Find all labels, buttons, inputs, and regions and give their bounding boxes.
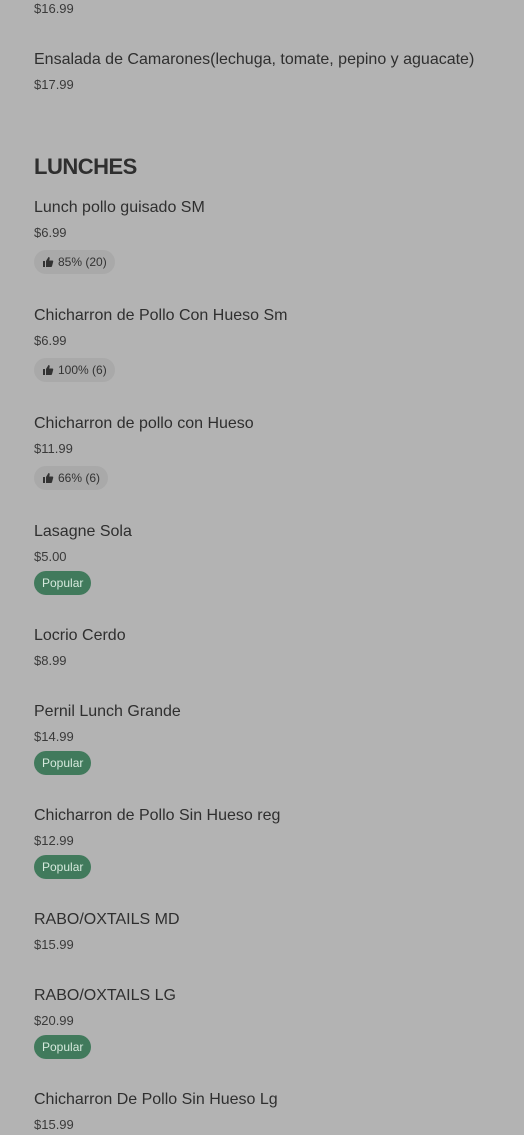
item-name: Locrio Cerdo bbox=[34, 627, 126, 644]
item-price: $14.99 bbox=[34, 729, 74, 744]
menu-item-lasagne-sola[interactable]: Lasagne Sola $5.00 Popular bbox=[34, 522, 494, 598]
popular-badge: Popular bbox=[34, 571, 92, 595]
item-price: $20.99 bbox=[34, 1013, 74, 1028]
thumbs-up-icon bbox=[43, 257, 54, 267]
popular-badge: Popular bbox=[34, 1035, 92, 1059]
item-price: $6.99 bbox=[34, 225, 67, 240]
item-name: RABO/OXTAILS LG bbox=[34, 987, 176, 1004]
thumbs-up-icon bbox=[43, 473, 54, 483]
menu-item-chicharron-pollo-con-hueso[interactable]: Chicharron de pollo con Hueso $11.99 66%… bbox=[34, 414, 494, 494]
item-name: Chicharron De Pollo Sin Hueso Lg bbox=[34, 1091, 278, 1108]
item-price: $16.99 bbox=[34, 1, 74, 16]
menu-item-lunch-pollo-guisado[interactable]: Lunch pollo guisado SM $6.99 85% (20) bbox=[34, 198, 494, 278]
item-name: Chicharron de Pollo Sin Hueso reg bbox=[34, 807, 281, 824]
rating-text: 100% (6) bbox=[58, 363, 107, 377]
section-title-lunches: LUNCHES bbox=[34, 154, 137, 179]
menu-item-locrio-cerdo[interactable]: Locrio Cerdo $8.99 bbox=[34, 626, 494, 672]
item-price: $12.99 bbox=[34, 833, 74, 848]
item-price: $11.99 bbox=[34, 441, 73, 456]
menu-item-chicharron-pollo-con-hueso-sm[interactable]: Chicharron de Pollo Con Hueso Sm $6.99 1… bbox=[34, 306, 494, 386]
item-price: $6.99 bbox=[34, 333, 67, 348]
menu-item-rabo-oxtails-md[interactable]: RABO/OXTAILS MD $15.99 bbox=[34, 910, 494, 956]
rating-text: 85% (20) bbox=[58, 255, 107, 269]
item-name: Pernil Lunch Grande bbox=[34, 703, 181, 720]
item-name: Chicharron de Pollo Con Hueso Sm bbox=[34, 307, 288, 324]
menu-item-pernil-lunch-grande[interactable]: Pernil Lunch Grande $14.99 Popular bbox=[34, 702, 494, 778]
rating-badge: 85% (20) bbox=[34, 250, 115, 274]
rating-badge: 66% (6) bbox=[34, 466, 109, 490]
item-name: RABO/OXTAILS MD bbox=[34, 911, 180, 928]
item-price: $8.99 bbox=[34, 653, 67, 668]
item-name: Chicharron de pollo con Hueso bbox=[34, 415, 254, 432]
popular-badge: Popular bbox=[34, 751, 92, 775]
menu-item-chicharron-pollo-sin-hueso-reg[interactable]: Chicharron de Pollo Sin Hueso reg $12.99… bbox=[34, 806, 494, 882]
item-price: $17.99 bbox=[34, 77, 74, 92]
menu-item-chicharron-pollo-sin-hueso-lg[interactable]: Chicharron De Pollo Sin Hueso Lg $15.99 bbox=[34, 1090, 494, 1135]
rating-badge: 100% (6) bbox=[34, 358, 115, 382]
menu-item-ensalada-camarones[interactable]: Ensalada de Camarones(lechuga, tomate, p… bbox=[34, 50, 514, 96]
item-name: Lunch pollo guisado SM bbox=[34, 199, 205, 216]
rating-text: 66% (6) bbox=[58, 471, 101, 485]
thumbs-up-icon bbox=[43, 365, 54, 375]
item-price: $15.99 bbox=[34, 1117, 74, 1132]
menu-item-rabo-oxtails-lg[interactable]: RABO/OXTAILS LG $20.99 Popular bbox=[34, 986, 494, 1062]
item-name: Lasagne Sola bbox=[34, 523, 132, 540]
item-price: $5.00 bbox=[34, 549, 67, 564]
popular-badge: Popular bbox=[34, 855, 92, 879]
item-price: $15.99 bbox=[34, 937, 74, 952]
item-name: Ensalada de Camarones(lechuga, tomate, p… bbox=[34, 51, 475, 68]
